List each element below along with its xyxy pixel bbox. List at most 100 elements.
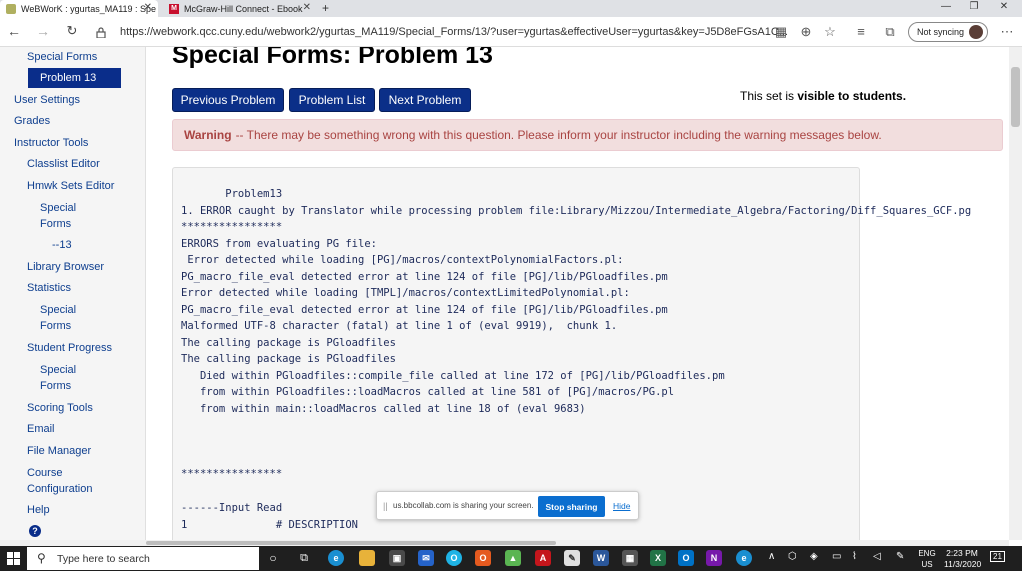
screen-share-popup: || us.bbcollab.com is sharing your scree…	[376, 491, 639, 520]
sidebar-item-statistics-special-forms[interactable]: Special	[40, 302, 76, 318]
language-indicator[interactable]: ENG US	[916, 548, 938, 570]
sidebar-item-problem-13-link[interactable]: --13	[52, 237, 72, 253]
clock-time: 2:23 PM	[946, 548, 978, 558]
zoom-icon[interactable]: ⊕	[798, 24, 814, 40]
scrollbar-thumb[interactable]	[146, 541, 556, 545]
sidebar-item-scoring-tools[interactable]: Scoring Tools	[27, 400, 93, 416]
more-menu-icon[interactable]: ⋯	[999, 24, 1015, 40]
sidebar-item-hmwk-sets-editor[interactable]: Hmwk Sets Editor	[27, 178, 114, 194]
sidebar-item-file-manager[interactable]: File Manager	[27, 443, 91, 459]
refresh-icon[interactable]: ↻	[63, 23, 81, 39]
error-line: PG_macro_file_eval detected error at lin…	[181, 271, 668, 283]
sidebar-item-library-browser[interactable]: Library Browser	[27, 259, 104, 275]
sidebar-item-special-forms-set[interactable]: Special	[40, 200, 76, 216]
close-tab-icon[interactable]: ✕	[303, 2, 311, 13]
scrollbar-thumb[interactable]	[1011, 67, 1020, 127]
error-line: The calling package is PGloadfiles	[181, 353, 396, 365]
lock-icon[interactable]	[96, 27, 106, 38]
warning-label: Warning	[184, 128, 232, 142]
edge-active-icon[interactable]: e	[736, 550, 752, 566]
apps-icon[interactable]: ▦	[773, 24, 789, 40]
next-problem-button[interactable]: Next Problem	[379, 88, 471, 112]
notifications-icon[interactable]: 21	[990, 551, 1005, 562]
taskbar-search-box[interactable]: ⚲ Type here to search	[27, 547, 259, 570]
sidebar-item-classlist-editor[interactable]: Classlist Editor	[27, 156, 100, 172]
language-region: US	[921, 560, 933, 569]
windows-start-icon[interactable]	[7, 552, 20, 565]
error-line: Error detected while loading [PG]/macros…	[181, 254, 624, 266]
browser-tab-strip: WeBWorK : ygurtas_MA119 : Spe ✕ M McGraw…	[0, 0, 1022, 17]
sidebar-item-student-progress[interactable]: Student Progress	[27, 340, 112, 356]
restore-icon[interactable]: ❐	[962, 1, 986, 12]
stop-sharing-button[interactable]: Stop sharing	[538, 496, 605, 517]
error-line: Died within PGloadfiles::compile_file ca…	[181, 370, 725, 382]
sidebar-item-special-forms-set[interactable]: Forms	[40, 216, 71, 232]
visibility-status: visible to students.	[797, 89, 907, 103]
new-tab-button[interactable]: +	[322, 1, 329, 15]
favorites-list-icon[interactable]: ≡	[853, 24, 869, 39]
sidebar-item-statistics[interactable]: Statistics	[27, 280, 71, 296]
hide-link[interactable]: Hide	[613, 501, 630, 511]
tray-app-icon[interactable]: ⬡	[788, 551, 797, 562]
edge-app-icon[interactable]: e	[328, 550, 344, 566]
excel-icon[interactable]: X	[650, 550, 666, 566]
file-explorer-icon[interactable]	[359, 550, 375, 566]
window-close-icon[interactable]: ✕	[992, 1, 1016, 12]
share-message: us.bbcollab.com is sharing your screen.	[393, 501, 534, 510]
tray-chevron-icon[interactable]: ∧	[768, 551, 775, 562]
previous-problem-button[interactable]: Previous Problem	[172, 88, 284, 112]
collab-app-icon[interactable]: O	[446, 550, 462, 566]
store-icon[interactable]: ▣	[389, 550, 405, 566]
collections-icon[interactable]: ⧉	[882, 24, 898, 40]
sidebar-item-email[interactable]: Email	[27, 421, 55, 437]
error-line: ****************	[181, 221, 283, 233]
sidebar-item-progress-special-forms[interactable]: Forms	[40, 378, 71, 394]
tray-battery-icon[interactable]: ▭	[832, 551, 841, 562]
url-field[interactable]: https://webwork.qcc.cuny.edu/webwork2/yg…	[120, 23, 812, 41]
favorite-star-icon[interactable]: ☆	[822, 24, 838, 40]
sidebar-item-instructor-tools[interactable]: Instructor Tools	[14, 135, 88, 151]
profile-sync-button[interactable]: Not syncing	[908, 22, 988, 42]
mail-icon[interactable]: ✉	[418, 550, 434, 566]
sidebar-item-user-settings[interactable]: User Settings	[14, 92, 80, 108]
minimize-icon[interactable]: —	[934, 1, 958, 12]
problem-list-button[interactable]: Problem List	[289, 88, 375, 112]
sidebar-item-course-configuration[interactable]: Course	[27, 465, 62, 481]
tab-webwork[interactable]: WeBWorK : ygurtas_MA119 : Spe ✕	[0, 0, 158, 17]
tab-label: McGraw-Hill Connect - Ebook	[184, 3, 303, 14]
sidebar-item-course-configuration[interactable]: Configuration	[27, 481, 92, 497]
photos-icon[interactable]: ▲	[505, 550, 521, 566]
sidebar-item-grades[interactable]: Grades	[14, 113, 50, 129]
notepad-icon[interactable]: ✎	[564, 550, 580, 566]
pen-icon[interactable]: ✎	[896, 551, 904, 562]
back-arrow-icon[interactable]: ←	[5, 23, 23, 39]
office-icon[interactable]: O	[475, 550, 491, 566]
taskbar-clock[interactable]: 2:23 PM 11/3/2020	[944, 548, 981, 570]
sidebar-item-problem-13[interactable]: Problem 13	[28, 68, 121, 88]
tab-mcgraw-hill[interactable]: M McGraw-Hill Connect - Ebook ✕	[163, 0, 317, 17]
drag-handle-icon[interactable]: ||	[383, 501, 388, 511]
acrobat-icon[interactable]: A	[535, 550, 551, 566]
visibility-text: This set is	[740, 89, 798, 103]
notification-count: 21	[993, 552, 1002, 561]
onenote-icon[interactable]: N	[706, 550, 722, 566]
volume-icon[interactable]: ◁	[873, 551, 881, 562]
sidebar-item-help[interactable]: Help	[27, 502, 50, 518]
wifi-icon[interactable]: ⌇	[852, 551, 857, 562]
sidebar-item-progress-special-forms[interactable]: Special	[40, 362, 76, 378]
word-icon[interactable]: W	[593, 550, 609, 566]
cortana-icon[interactable]: ○	[265, 550, 281, 566]
address-bar: ← → ↻ https://webwork.qcc.cuny.edu/webwo…	[0, 17, 1022, 47]
close-tab-icon[interactable]: ✕	[144, 2, 152, 13]
vertical-scrollbar[interactable]	[1009, 47, 1022, 540]
tray-security-icon[interactable]: ◈	[810, 551, 818, 562]
sidebar-item-statistics-special-forms[interactable]: Forms	[40, 318, 71, 334]
error-line: from within PGloadfiles::loadMacros call…	[181, 386, 675, 398]
app-icon[interactable]: ▦	[622, 550, 638, 566]
course-sidebar: Special Forms Problem 13 User Settings G…	[0, 47, 146, 540]
outlook-icon[interactable]: O	[678, 550, 694, 566]
help-icon[interactable]: ?	[29, 525, 41, 537]
sidebar-item-special-forms[interactable]: Special Forms	[27, 49, 97, 65]
task-view-icon[interactable]: ⧉	[296, 550, 312, 566]
forward-arrow-icon[interactable]: →	[34, 23, 52, 39]
